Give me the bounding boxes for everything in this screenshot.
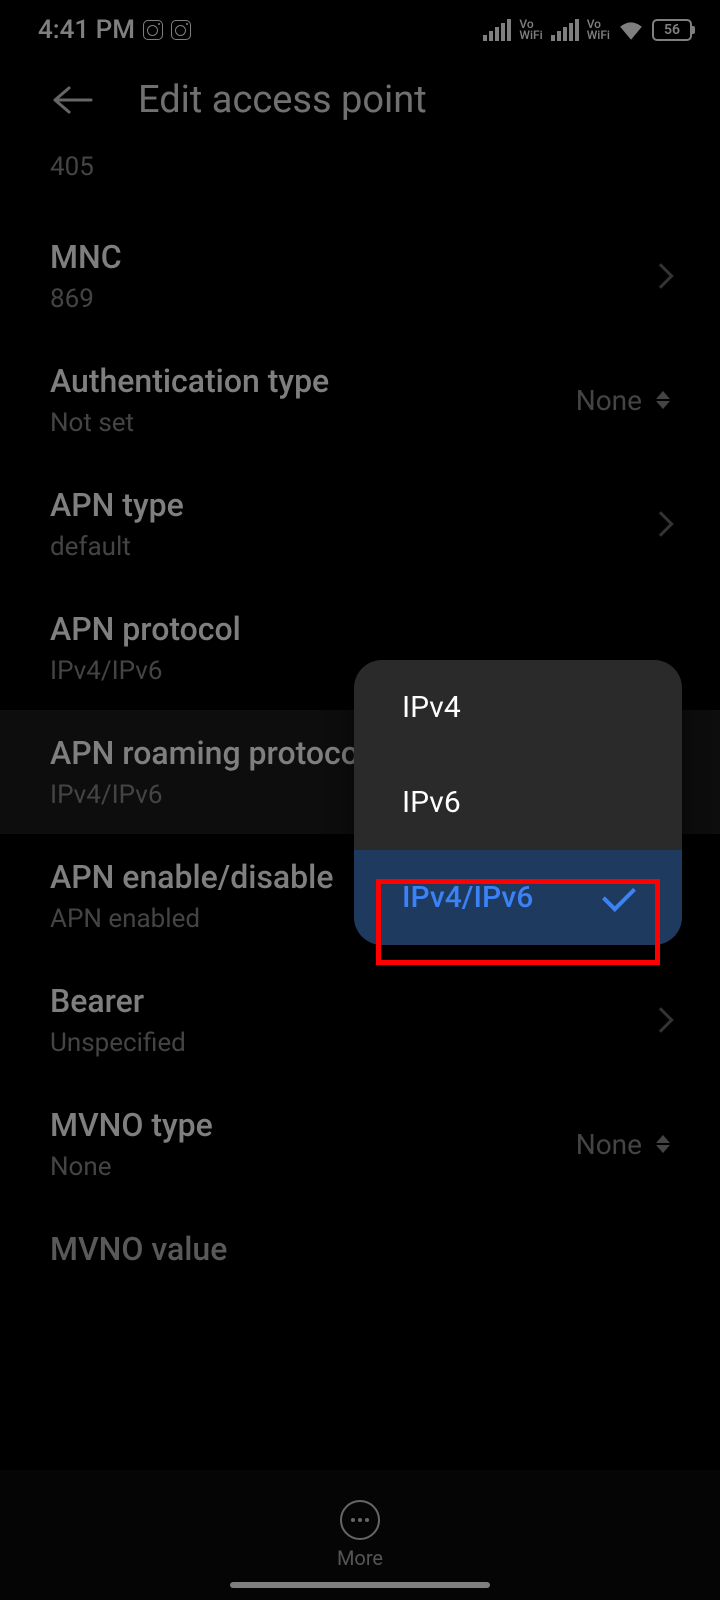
bottom-bar: More xyxy=(0,1470,720,1600)
popup-option-label: IPv6 xyxy=(402,785,461,820)
instagram-icon xyxy=(143,20,163,40)
chevron-updown-icon xyxy=(656,1135,670,1153)
instagram-icon xyxy=(171,20,191,40)
setting-value: Unspecified xyxy=(50,1028,186,1058)
status-bar: 4:41 PM VoWiFi VoWiFi 56 xyxy=(0,0,720,60)
setting-title: APN type xyxy=(50,486,184,524)
check-icon xyxy=(602,878,636,912)
back-button[interactable] xyxy=(48,80,98,120)
popup-option-ipv6[interactable]: IPv6 xyxy=(354,755,682,850)
signal-icon xyxy=(551,19,579,41)
setting-value: None xyxy=(50,1152,213,1182)
vowifi-label: VoWiFi xyxy=(587,19,610,41)
popup-option-ipv4ipv6[interactable]: IPv4/IPv6 xyxy=(354,850,682,945)
battery-icon: 56 xyxy=(652,19,692,41)
setting-value: 405 xyxy=(50,152,94,182)
setting-title: MVNO type xyxy=(50,1106,213,1144)
setting-auth-type[interactable]: Authentication type Not set None xyxy=(0,338,720,462)
protocol-popup: IPv4 IPv6 IPv4/IPv6 xyxy=(354,660,682,945)
setting-title: APN roaming protocol xyxy=(50,734,367,772)
more-label: More xyxy=(337,1546,383,1570)
setting-apn-type[interactable]: APN type default xyxy=(0,462,720,586)
nav-indicator[interactable] xyxy=(230,1582,490,1588)
setting-mvno-value[interactable]: MVNO value xyxy=(0,1206,720,1268)
setting-value: 869 xyxy=(50,284,122,314)
setting-value: default xyxy=(50,532,184,562)
setting-title: MVNO value xyxy=(50,1230,227,1268)
setting-value: APN enabled xyxy=(50,904,333,934)
setting-bearer[interactable]: Bearer Unspecified xyxy=(0,958,720,1082)
setting-value: IPv4/IPv6 xyxy=(50,780,367,810)
chevron-updown-icon xyxy=(656,391,670,409)
setting-action-value: None xyxy=(576,384,642,417)
setting-title: APN enable/disable xyxy=(50,858,333,896)
setting-title: Bearer xyxy=(50,982,186,1020)
setting-value: IPv4/IPv6 xyxy=(50,656,241,686)
setting-mnc[interactable]: MNC 869 xyxy=(0,214,720,338)
setting-mvno-type[interactable]: MVNO type None None xyxy=(0,1082,720,1206)
chevron-right-icon xyxy=(648,511,673,536)
vowifi-label: VoWiFi xyxy=(519,19,542,41)
chevron-right-icon xyxy=(648,1007,673,1032)
page-title: Edit access point xyxy=(138,78,427,122)
setting-title: Authentication type xyxy=(50,362,329,400)
setting-mcc[interactable]: 405 xyxy=(0,152,720,214)
signal-icon xyxy=(483,19,511,41)
setting-action-value: None xyxy=(576,1128,642,1161)
chevron-right-icon xyxy=(648,263,673,288)
setting-title: MNC xyxy=(50,238,122,276)
popup-option-label: IPv4/IPv6 xyxy=(402,880,533,915)
setting-value: Not set xyxy=(50,408,329,438)
header: Edit access point xyxy=(0,60,720,152)
popup-option-label: IPv4 xyxy=(402,690,461,725)
setting-title: APN protocol xyxy=(50,610,241,648)
status-time: 4:41 PM xyxy=(38,15,135,45)
more-icon[interactable] xyxy=(340,1500,380,1540)
wifi-icon xyxy=(618,20,644,40)
popup-option-ipv4[interactable]: IPv4 xyxy=(354,660,682,755)
